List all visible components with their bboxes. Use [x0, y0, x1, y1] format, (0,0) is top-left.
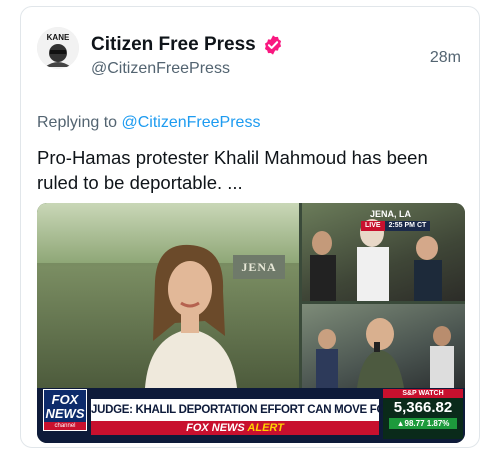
crowd-pane-bottom: [302, 304, 465, 388]
avatar-image: KANE: [37, 27, 79, 69]
chyron-alert: FOX NEWS ALERT: [91, 421, 379, 435]
live-label: LIVE: [361, 221, 385, 231]
reporter-image: [145, 244, 237, 388]
location-tag: JENA, LA: [370, 209, 412, 219]
alert-left: FOX NEWS: [186, 422, 245, 434]
market-ticker: S&P WATCH 5,366.82 ▲98.77 1.87%: [383, 389, 463, 439]
verified-badge-icon: [264, 35, 281, 55]
avatar-text: KANE: [47, 33, 70, 42]
replying-prefix: Replying to: [37, 114, 118, 131]
replying-to: Replying to @CitizenFreePress: [37, 114, 260, 132]
timestamp[interactable]: 28m: [430, 49, 461, 67]
alert-right: ALERT: [247, 422, 284, 434]
avatar[interactable]: KANE: [37, 27, 79, 69]
clock-label: 2:55 PM CT: [384, 221, 431, 231]
live-tag: LIVE 2:55 PM CT: [361, 221, 431, 231]
ticker-change: ▲98.77 1.87%: [389, 418, 457, 429]
display-name[interactable]: Citizen Free Press: [91, 34, 256, 56]
tweet-media[interactable]: JENA JENA, LA LIVE 2:55 PM CT FOX NEWS c…: [37, 203, 465, 443]
user-handle[interactable]: @CitizenFreePress: [91, 60, 230, 78]
tweet-text: Pro-Hamas protester Khalil Mahmoud has b…: [37, 147, 428, 193]
ticker-label: S&P WATCH: [383, 389, 463, 398]
fox-news-logo: FOX NEWS channel: [43, 389, 87, 431]
replying-to-link[interactable]: @CitizenFreePress: [122, 114, 261, 131]
ticker-value: 5,366.82: [393, 399, 453, 416]
chyron-headline: JUDGE: KHALIL DEPORTATION EFFORT CAN MOV…: [91, 399, 427, 421]
main-video-pane: JENA: [37, 203, 299, 388]
tweet-card[interactable]: KANE Citizen Free Press @CitizenFreePres…: [20, 6, 480, 448]
